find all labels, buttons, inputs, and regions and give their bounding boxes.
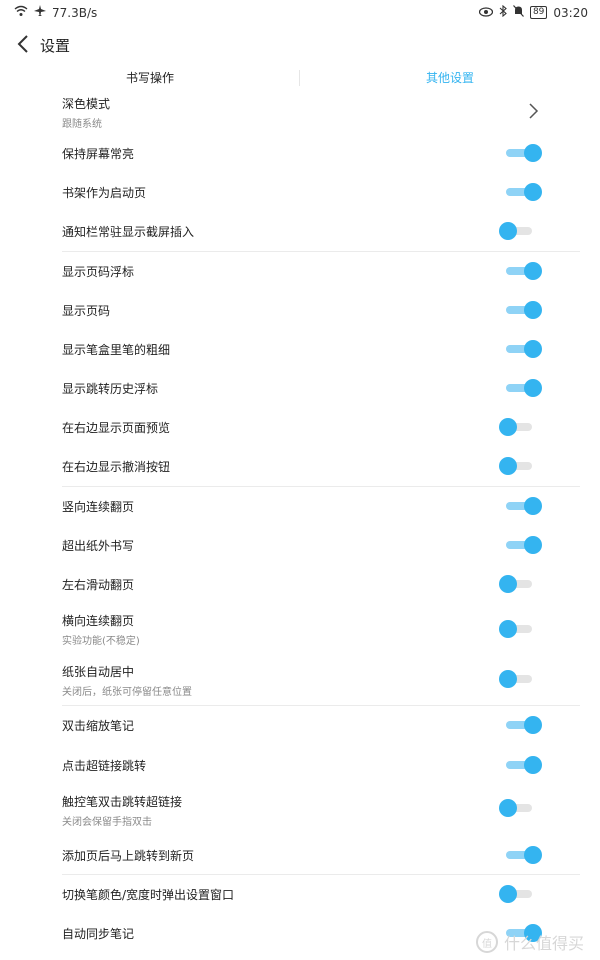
toggle-knob	[524, 340, 542, 358]
setting-toggle[interactable]	[498, 299, 542, 321]
setting-label: 超出纸外书写	[62, 539, 135, 553]
toggle-knob	[524, 716, 542, 734]
setting-sublabel: 跟随系统	[62, 119, 102, 130]
setting-toggle[interactable]	[498, 844, 542, 866]
setting-sublabel: 关闭会保留手指双击	[62, 817, 152, 828]
toggle-knob	[499, 670, 517, 688]
setting-toggle[interactable]	[498, 714, 542, 736]
chevron-right-icon[interactable]	[526, 102, 540, 120]
setting-label: 书架作为启动页	[62, 186, 147, 200]
setting-sublabel: 关闭后，纸张可停留任意位置	[62, 687, 192, 698]
setting-toggle[interactable]	[498, 618, 542, 640]
setting-toggle[interactable]	[498, 260, 542, 282]
watermark-logo-icon: 值	[476, 931, 498, 953]
setting-toggle[interactable]	[498, 754, 542, 776]
toggle-knob	[524, 183, 542, 201]
setting-label: 双击缩放笔记	[62, 719, 135, 733]
toggle-knob	[524, 536, 542, 554]
section-divider	[62, 705, 580, 706]
setting-label: 显示跳转历史浮标	[62, 382, 159, 396]
toggle-knob	[499, 418, 517, 436]
setting-label: 深色模式	[62, 97, 111, 111]
setting-toggle[interactable]	[498, 883, 542, 905]
section-divider	[62, 486, 580, 487]
setting-toggle[interactable]	[498, 181, 542, 203]
setting-label: 左右滑动翻页	[62, 578, 135, 592]
setting-label: 添加页后马上跳转到新页	[62, 849, 195, 863]
setting-toggle[interactable]	[498, 377, 542, 399]
toggle-knob	[524, 497, 542, 515]
setting-label: 显示页码	[62, 304, 111, 318]
setting-label: 保持屏幕常亮	[62, 147, 135, 161]
toggle-knob	[499, 457, 517, 475]
setting-toggle[interactable]	[498, 797, 542, 819]
setting-label: 触控笔双击跳转超链接	[62, 795, 183, 809]
toggle-knob	[499, 885, 517, 903]
setting-label: 点击超链接跳转	[62, 759, 147, 773]
section-divider	[62, 874, 580, 875]
setting-label: 在右边显示撤消按钮	[62, 460, 171, 474]
setting-toggle[interactable]	[498, 338, 542, 360]
setting-toggle[interactable]	[498, 668, 542, 690]
watermark: 值 什么值得买	[476, 930, 584, 954]
setting-label: 在右边显示页面预览	[62, 421, 171, 435]
toggle-knob	[524, 756, 542, 774]
toggle-knob	[524, 846, 542, 864]
toggle-knob	[499, 222, 517, 240]
setting-label: 显示笔盒里笔的粗细	[62, 343, 171, 357]
setting-toggle[interactable]	[498, 573, 542, 595]
toggle-knob	[524, 301, 542, 319]
toggle-knob	[499, 620, 517, 638]
settings-list: 深色模式 跟随系统 保持屏幕常亮 书架作为启动页 通知栏常驻显示截屏插入 显示页码浮标 显示…	[0, 0, 600, 960]
setting-toggle[interactable]	[498, 495, 542, 517]
watermark-text: 什么值得买	[504, 934, 585, 953]
setting-label: 横向连续翻页	[62, 614, 135, 628]
setting-toggle[interactable]	[498, 534, 542, 556]
toggle-knob	[524, 262, 542, 280]
toggle-knob	[499, 799, 517, 817]
setting-label: 纸张自动居中	[62, 665, 135, 679]
setting-label: 竖向连续翻页	[62, 500, 135, 514]
setting-label: 自动同步笔记	[62, 927, 135, 941]
toggle-knob	[524, 144, 542, 162]
setting-toggle[interactable]	[498, 220, 542, 242]
toggle-knob	[499, 575, 517, 593]
setting-label: 通知栏常驻显示截屏插入	[62, 225, 195, 239]
section-divider	[62, 251, 580, 252]
setting-toggle[interactable]	[498, 416, 542, 438]
setting-toggle[interactable]	[498, 142, 542, 164]
toggle-knob	[524, 379, 542, 397]
setting-toggle[interactable]	[498, 455, 542, 477]
setting-sublabel: 实验功能(不稳定)	[62, 636, 140, 647]
setting-label: 切换笔颜色/宽度时弹出设置窗口	[62, 888, 235, 902]
setting-label: 显示页码浮标	[62, 265, 135, 279]
